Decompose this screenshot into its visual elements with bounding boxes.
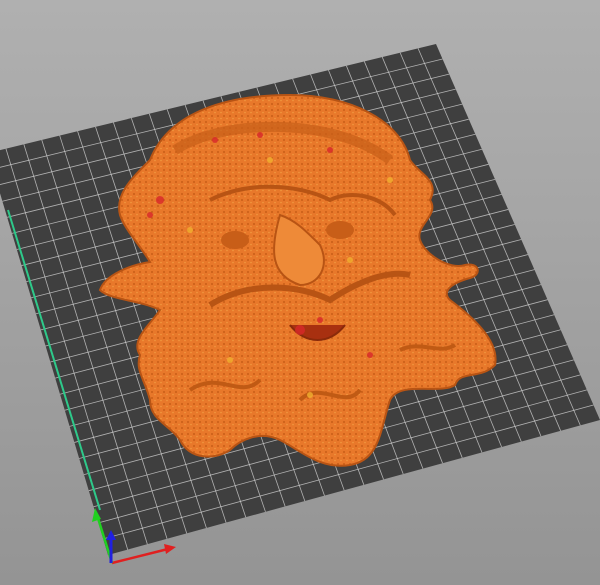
model-eye-right <box>326 221 354 239</box>
3d-viewport[interactable] <box>0 0 600 585</box>
model-eye-left <box>221 231 249 249</box>
